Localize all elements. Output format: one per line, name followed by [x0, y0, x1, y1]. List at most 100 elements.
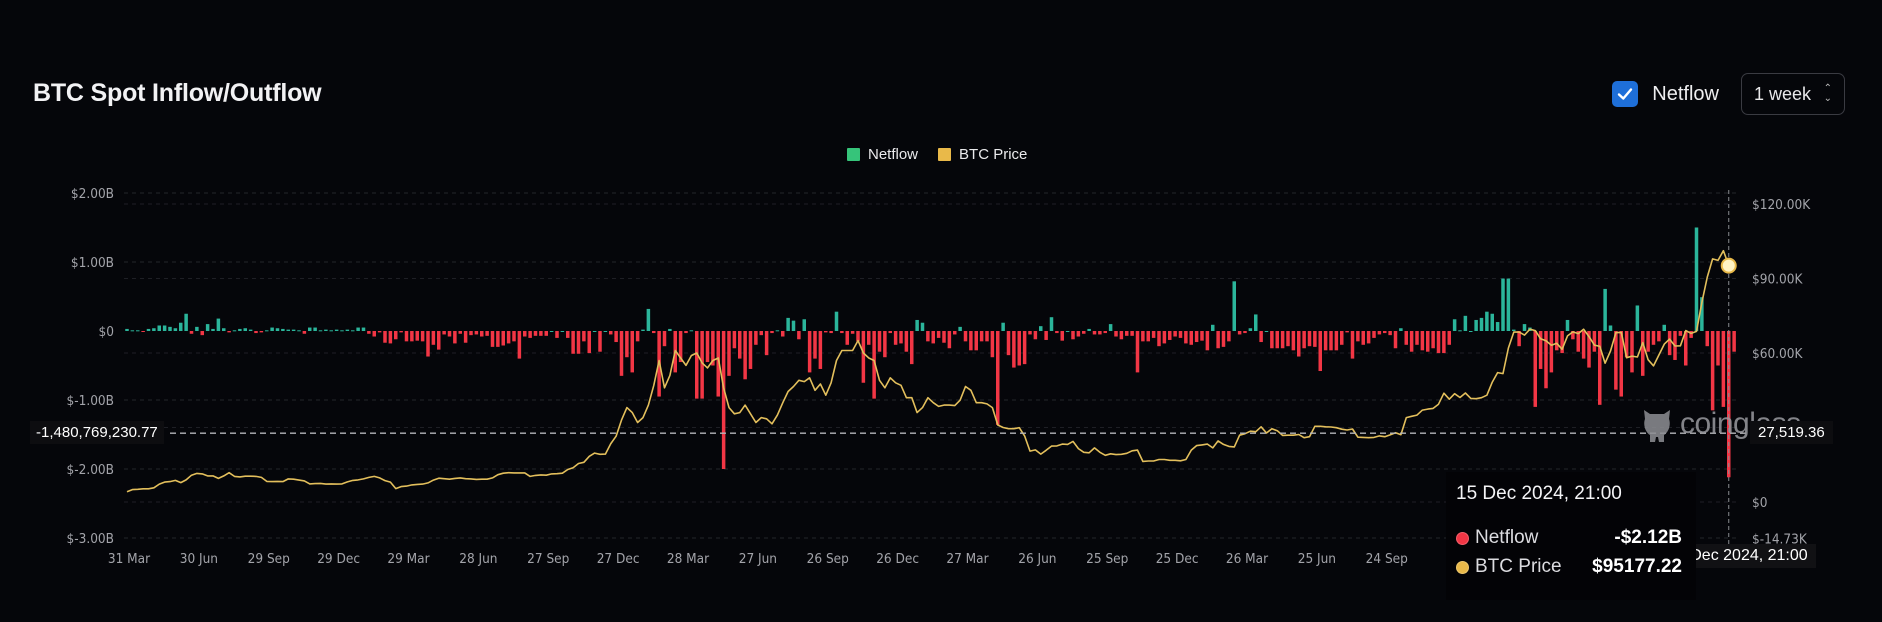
- netflow-bars: [125, 227, 1736, 478]
- netflow-bar-negative: [420, 331, 425, 342]
- price-marker: [1720, 257, 1737, 274]
- netflow-bar-negative: [1581, 331, 1586, 359]
- netflow-bar-negative: [517, 331, 522, 359]
- netflow-bar-positive: [248, 329, 253, 331]
- netflow-bar-negative: [512, 331, 516, 342]
- netflow-bar-positive: [130, 330, 135, 332]
- netflow-bar-negative: [383, 331, 387, 343]
- netflow-bar-negative: [377, 331, 382, 333]
- netflow-bar-positive: [334, 329, 339, 331]
- netflow-bar-negative: [506, 331, 511, 344]
- netflow-bar-positive: [592, 331, 597, 332]
- netflow-bar-negative: [1641, 331, 1645, 376]
- netflow-bar-positive: [646, 308, 651, 331]
- left-axis: $2.00B $1.00B $0 $-1.00B $-2.00B $-3.00B: [67, 186, 114, 547]
- netflow-bar-negative: [259, 331, 264, 333]
- netflow-bar-negative: [1340, 331, 1344, 345]
- netflow-bar-negative: [630, 331, 634, 373]
- netflow-bar-negative: [1592, 331, 1597, 352]
- netflow-bar-negative: [770, 331, 774, 334]
- netflow-bar-negative: [856, 331, 860, 342]
- coinglass-logo-icon: [1644, 410, 1670, 442]
- netflow-bar-negative: [910, 331, 914, 365]
- x-tick-label: 29 Sep: [248, 551, 290, 567]
- netflow-bar-negative: [996, 331, 1000, 425]
- netflow-bar-negative: [388, 331, 393, 344]
- tooltip-row-btc-price: BTC Price $95177.22: [1456, 556, 1682, 578]
- netflow-bar-positive: [146, 328, 151, 331]
- netflow-bar-negative: [1431, 331, 1435, 349]
- netflow-bar-negative: [695, 331, 699, 399]
- netflow-bar-negative: [1028, 331, 1032, 335]
- netflow-bar-positive: [1474, 319, 1478, 331]
- netflow-bar-positive: [1635, 305, 1640, 331]
- netflow-bar-positive: [270, 327, 274, 331]
- netflow-bar-negative: [764, 331, 769, 356]
- x-tick-label: 31 Mar: [108, 551, 150, 567]
- netflow-bar-negative: [1044, 331, 1048, 340]
- netflow-bar-negative: [1162, 331, 1167, 344]
- netflow-bar-negative: [754, 331, 758, 345]
- netflow-bar-positive: [152, 328, 156, 331]
- netflow-bar-positive: [603, 331, 608, 332]
- netflow-bar-negative: [528, 331, 532, 338]
- netflow-bar-negative: [1598, 331, 1602, 405]
- netflow-bar-negative: [969, 331, 973, 351]
- netflow-bar-negative: [1302, 331, 1306, 349]
- price-dot-icon: [1456, 560, 1469, 574]
- netflow-bar-positive: [297, 330, 301, 332]
- netflow-bar-negative: [662, 331, 667, 347]
- x-tick-label: 28 Jun: [459, 551, 497, 567]
- netflow-bar-positive: [1662, 324, 1666, 331]
- netflow-bar-negative: [1678, 331, 1683, 336]
- netflow-bar-negative: [1227, 331, 1231, 342]
- netflow-bar-negative: [539, 331, 543, 336]
- x-tick-label: 24 Sep: [1366, 551, 1408, 567]
- netflow-bar-negative: [1022, 331, 1027, 365]
- netflow-bar-negative: [684, 331, 688, 334]
- tooltip-label: BTC Price: [1475, 556, 1562, 577]
- netflow-bar-negative: [1383, 331, 1387, 334]
- netflow-bar-negative: [399, 331, 403, 333]
- tooltip: 15 Dec 2024, 21:00 Netflow -$2.12B BTC P…: [1446, 472, 1696, 600]
- netflow-bar-negative: [1221, 331, 1226, 347]
- netflow-bar-negative: [1184, 331, 1188, 344]
- netflow-bar-negative: [893, 331, 898, 345]
- y-right-tick-label: $60.00K: [1752, 346, 1803, 362]
- netflow-bar-negative: [974, 331, 978, 351]
- netflow-bar-negative: [931, 331, 935, 344]
- netflow-bar-positive: [232, 330, 237, 332]
- netflow-bar-positive: [345, 329, 350, 331]
- netflow-bar-positive: [802, 319, 806, 331]
- netflow-bar-negative: [474, 331, 479, 335]
- netflow-bar-negative: [1377, 331, 1382, 335]
- netflow-bar-negative: [394, 331, 398, 340]
- netflow-bar-negative: [496, 331, 500, 347]
- netflow-bar-negative: [1345, 331, 1349, 333]
- netflow-bar-negative: [877, 331, 882, 352]
- netflow-bar-positive: [1495, 322, 1500, 331]
- netflow-bar-negative: [781, 331, 785, 337]
- netflow-bar-positive: [1506, 278, 1511, 331]
- netflow-bar-negative: [1114, 331, 1118, 337]
- netflow-bar-negative: [1404, 331, 1408, 345]
- netflow-bar-positive: [1264, 331, 1269, 332]
- netflow-bar-positive: [1512, 329, 1516, 331]
- netflow-bar-positive: [281, 328, 285, 331]
- netflow-bar-negative: [582, 331, 586, 342]
- netflow-bar-negative: [372, 331, 376, 337]
- x-tick-label: 27 Mar: [946, 551, 988, 567]
- netflow-bar-negative: [1372, 331, 1376, 338]
- netflow-bar-negative: [566, 331, 570, 338]
- netflow-bar-positive: [549, 331, 554, 332]
- right-axis: $120.00K$90.00K$60.00K$0$-14.73K: [1752, 197, 1811, 548]
- netflow-bar-positive: [915, 319, 919, 331]
- netflow-bar-negative: [813, 331, 817, 359]
- netflow-bar-negative: [743, 331, 747, 380]
- netflow-bar-negative: [1275, 331, 1279, 349]
- netflow-bar-negative: [1071, 331, 1075, 340]
- netflow-bar-positive: [351, 330, 355, 332]
- netflow-bar-negative: [1103, 331, 1107, 334]
- netflow-bar-positive: [1694, 227, 1699, 331]
- netflow-bar-positive: [179, 322, 183, 331]
